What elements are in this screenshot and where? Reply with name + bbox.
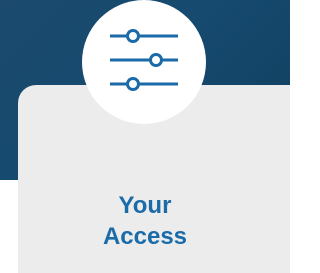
sliders-icon bbox=[110, 29, 178, 91]
card-title-line-1: Your bbox=[118, 192, 172, 219]
card-title: Your Access bbox=[0, 190, 290, 252]
icon-badge bbox=[82, 0, 206, 124]
card-title-line-2: Access bbox=[102, 223, 188, 250]
